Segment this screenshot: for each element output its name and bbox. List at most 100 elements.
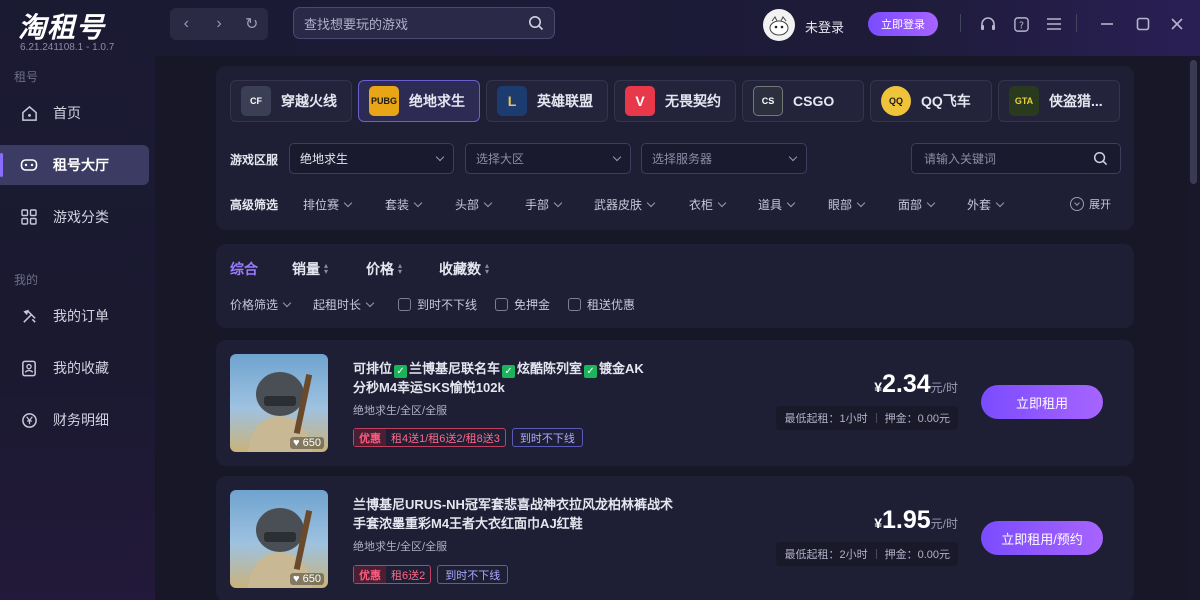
forward-icon[interactable]: › bbox=[207, 15, 231, 33]
chevron-down-icon bbox=[788, 152, 798, 162]
back-icon[interactable]: ‹ bbox=[174, 15, 198, 33]
checkbox-rent-promo[interactable]: 租送优惠 bbox=[568, 296, 635, 313]
sidebar-item-label: 游戏分类 bbox=[53, 209, 109, 225]
game-tab-pubg[interactable]: PUBG 绝地求生 bbox=[358, 80, 480, 122]
sort-sales[interactable]: 销量 ▴ ▾ bbox=[292, 259, 328, 279]
chevron-down-icon bbox=[926, 198, 936, 208]
game-tab-lol[interactable]: L 英雄联盟 bbox=[486, 80, 608, 122]
sidebar-item-favorites[interactable]: 我的收藏 bbox=[0, 348, 149, 388]
server-select-placeholder: 选择服务器 bbox=[652, 152, 713, 166]
game-tab-label: 侠盗猎... bbox=[1049, 93, 1103, 109]
svg-text:?: ? bbox=[1018, 20, 1023, 31]
sort-favorites[interactable]: 收藏数 ▴ ▾ bbox=[439, 259, 489, 279]
checkbox-label: 租送优惠 bbox=[587, 298, 636, 312]
rent-now-button[interactable]: 立即租用 bbox=[981, 385, 1103, 419]
avatar[interactable] bbox=[763, 9, 795, 41]
scrollbar[interactable] bbox=[1187, 56, 1200, 600]
checkbox[interactable] bbox=[398, 298, 411, 311]
listing-card[interactable]: ♥ 650 可排位 ✓ 兰博基尼联名车 ✓ 炫酷陈列室 ✓ 镀金AK 分秒M4幸运SKS愉悦1… bbox=[216, 340, 1134, 466]
search-icon[interactable] bbox=[1093, 151, 1108, 166]
listing-tags: 优惠 租6送2 到时不下线 bbox=[353, 565, 509, 584]
checkbox[interactable] bbox=[568, 298, 581, 311]
listing-title[interactable]: 可排位 ✓ 兰博基尼联名车 ✓ 炫酷陈列室 ✓ 镀金AK 分秒M4幸运SKS愉悦102k bbox=[353, 359, 673, 397]
user-name[interactable]: 未登录 bbox=[805, 17, 844, 36]
check-icon: ✓ bbox=[584, 365, 598, 378]
money-icon bbox=[20, 411, 38, 429]
login-button[interactable]: 立即登录 bbox=[868, 12, 938, 36]
scrollbar-thumb[interactable] bbox=[1190, 60, 1197, 184]
filter-outfit[interactable]: 套装 bbox=[385, 196, 423, 213]
filter-items[interactable]: 道具 bbox=[758, 196, 796, 213]
menu-icon[interactable] bbox=[1043, 13, 1065, 35]
chevron-down-icon bbox=[413, 198, 423, 208]
filter-label: 手部 bbox=[525, 198, 550, 212]
checkbox-no-deposit[interactable]: 免押金 bbox=[495, 296, 550, 313]
listing-card[interactable]: ♥ 650 兰博基尼URUS-NH冠军套悲喜战神衣拉风龙柏林裤战术手套浓墨重彩M… bbox=[216, 476, 1134, 600]
sort-label: 收藏数 bbox=[439, 261, 481, 277]
game-tab-cf[interactable]: CF 穿越火线 bbox=[230, 80, 352, 122]
expand-label: 展开 bbox=[1089, 199, 1111, 211]
listing-price: ¥1.95 元/时 bbox=[874, 506, 958, 534]
filter-head[interactable]: 头部 bbox=[455, 196, 493, 213]
checkbox-label: 免押金 bbox=[514, 298, 551, 312]
filter-coat[interactable]: 外套 bbox=[967, 196, 1005, 213]
sort-price[interactable]: 价格 ▴ ▾ bbox=[366, 259, 402, 279]
listing-title[interactable]: 兰博基尼URUS-NH冠军套悲喜战神衣拉风龙柏林裤战术手套浓墨重彩M4王者大衣红… bbox=[353, 495, 673, 533]
promo-badge: 优惠 租6送2 bbox=[353, 565, 432, 584]
game-tab-label: CSGO bbox=[793, 93, 835, 109]
tools-icon bbox=[20, 307, 38, 325]
filter-eyes[interactable]: 眼部 bbox=[828, 196, 866, 213]
filter-wardrobe[interactable]: 衣柜 bbox=[689, 196, 727, 213]
minimize-icon[interactable] bbox=[1096, 13, 1118, 35]
app-version: 6.21.241108.1 - 1.0.7 bbox=[20, 42, 115, 53]
sidebar-item-home[interactable]: 首页 bbox=[0, 93, 149, 133]
chevron-down-icon bbox=[343, 198, 353, 208]
min-time-dropdown[interactable]: 起租时长 bbox=[313, 296, 375, 313]
sort-overall[interactable]: 综合 bbox=[230, 259, 258, 279]
price-filter-dropdown[interactable]: 价格筛选 bbox=[230, 296, 292, 313]
filter-ranked[interactable]: 排位赛 bbox=[303, 196, 353, 213]
search-icon[interactable] bbox=[528, 15, 544, 31]
maximize-icon[interactable] bbox=[1132, 13, 1154, 35]
rent-or-reserve-button[interactable]: 立即租用/预约 bbox=[981, 521, 1103, 555]
game-tab-qqspeed[interactable]: QQ QQ飞车 bbox=[870, 80, 992, 122]
csgo-icon: CS bbox=[753, 86, 783, 116]
server-select[interactable]: 选择服务器 bbox=[641, 143, 807, 174]
headset-icon[interactable] bbox=[977, 13, 999, 35]
listing-thumbnail[interactable]: ♥ 650 bbox=[230, 490, 328, 588]
likes-count: ♥ 650 bbox=[290, 573, 324, 585]
expand-filters-button[interactable]: 展开 bbox=[1070, 196, 1111, 212]
filter-label: 面部 bbox=[898, 198, 923, 212]
checkbox[interactable] bbox=[495, 298, 508, 311]
game-tab-gta[interactable]: GTA 侠盗猎... bbox=[998, 80, 1120, 122]
sidebar-item-orders[interactable]: 我的订单 bbox=[0, 296, 149, 336]
search-placeholder: 查找想要玩的游戏 bbox=[304, 16, 409, 32]
help-icon[interactable]: ? bbox=[1010, 13, 1032, 35]
filter-weapon-skin[interactable]: 武器皮肤 bbox=[594, 196, 656, 213]
game-search-input[interactable]: 查找想要玩的游戏 bbox=[293, 7, 555, 39]
pubg-icon: PUBG bbox=[369, 86, 399, 116]
history-nav: ‹ › ↻ bbox=[170, 8, 268, 40]
sidebar-item-finance[interactable]: 财务明细 bbox=[0, 400, 149, 440]
sidebar-item-rent-hall[interactable]: 租号大厅 bbox=[0, 145, 149, 185]
filter-label: 套装 bbox=[385, 198, 410, 212]
home-icon bbox=[20, 104, 38, 122]
chevron-down-circle-icon bbox=[1070, 197, 1084, 211]
filter-face[interactable]: 面部 bbox=[898, 196, 936, 213]
game-tab-valorant[interactable]: V 无畏契约 bbox=[614, 80, 736, 122]
chevron-down-icon bbox=[612, 152, 622, 162]
sidebar-item-categories[interactable]: 游戏分类 bbox=[0, 197, 149, 237]
min-rent: 最低起租：1小时 bbox=[784, 413, 868, 425]
zone-select[interactable]: 选择大区 bbox=[465, 143, 631, 174]
refresh-icon[interactable]: ↻ bbox=[240, 14, 264, 34]
listing-thumbnail[interactable]: ♥ 650 bbox=[230, 354, 328, 452]
keyword-input[interactable]: 请输入关键词 bbox=[911, 143, 1121, 174]
game-select[interactable]: 绝地求生 bbox=[289, 143, 454, 174]
listing-price: ¥2.34 元/时 bbox=[874, 370, 958, 398]
app-logo: 淘租号 bbox=[18, 12, 106, 43]
close-icon[interactable] bbox=[1166, 13, 1188, 35]
game-tab-csgo[interactable]: CS CSGO bbox=[742, 80, 864, 122]
filter-hands[interactable]: 手部 bbox=[525, 196, 563, 213]
checkbox-stay-online[interactable]: 到时不下线 bbox=[398, 296, 477, 313]
sort-arrows-icon: ▴ ▾ bbox=[398, 261, 403, 276]
